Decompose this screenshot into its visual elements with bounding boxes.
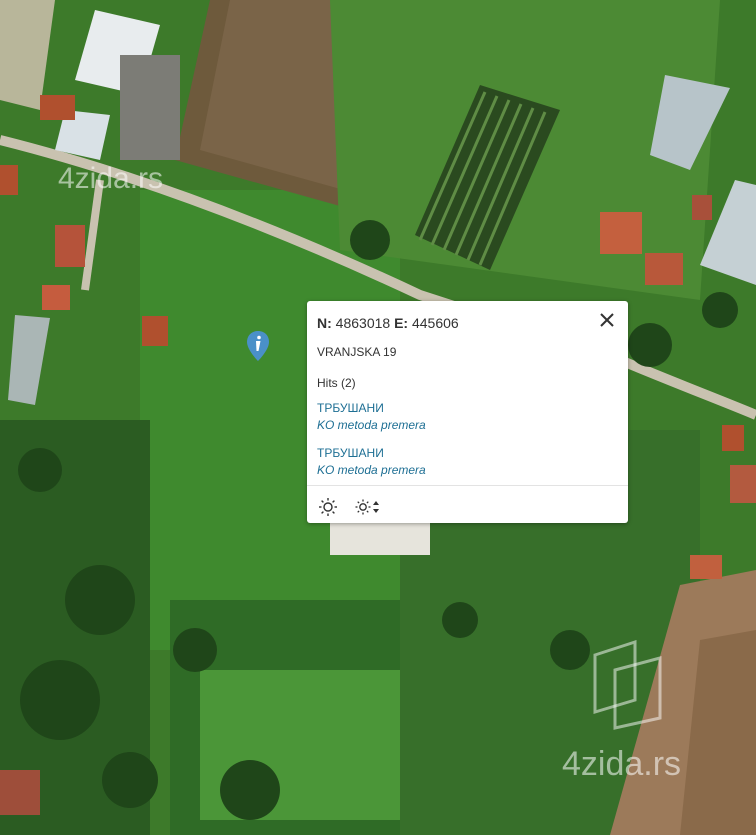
close-icon[interactable] xyxy=(598,311,616,329)
e-label: E: xyxy=(394,315,409,331)
hit-subtitle[interactable]: KO metoda premera xyxy=(317,463,426,477)
info-popup: N: 4863018 E: 445606 VRANJSKA 19 Hits (2… xyxy=(307,301,628,523)
hit-subtitle[interactable]: KO metoda premera xyxy=(317,418,426,432)
info-marker-icon[interactable] xyxy=(245,330,271,362)
watermark-logo-icon xyxy=(593,640,662,730)
satellite-map[interactable]: 4zida.rs 4zida.rs N: 4863018 E: 445606 V… xyxy=(0,0,756,835)
sun-brightness-icon[interactable] xyxy=(317,497,339,517)
hit-title[interactable]: ТРБУШАНИ xyxy=(317,446,384,460)
watermark-top-text: 4zida.rs xyxy=(58,162,164,195)
hits-count: Hits (2) xyxy=(317,376,356,390)
coordinates: N: 4863018 E: 445606 xyxy=(317,315,459,331)
watermark-top: 4zida.rs xyxy=(58,162,163,196)
sun-adjust-icon[interactable] xyxy=(354,497,382,517)
address: VRANJSKA 19 xyxy=(317,345,397,359)
hit-title[interactable]: ТРБУШАНИ xyxy=(317,401,384,415)
e-value: 445606 xyxy=(411,315,459,331)
popup-divider xyxy=(307,485,628,486)
n-value: 4863018 xyxy=(335,315,391,331)
watermark-bottom: 4zida.rs xyxy=(562,745,681,784)
n-label: N: xyxy=(317,315,332,331)
watermark-bottom-text: 4zida.rs xyxy=(562,745,682,783)
